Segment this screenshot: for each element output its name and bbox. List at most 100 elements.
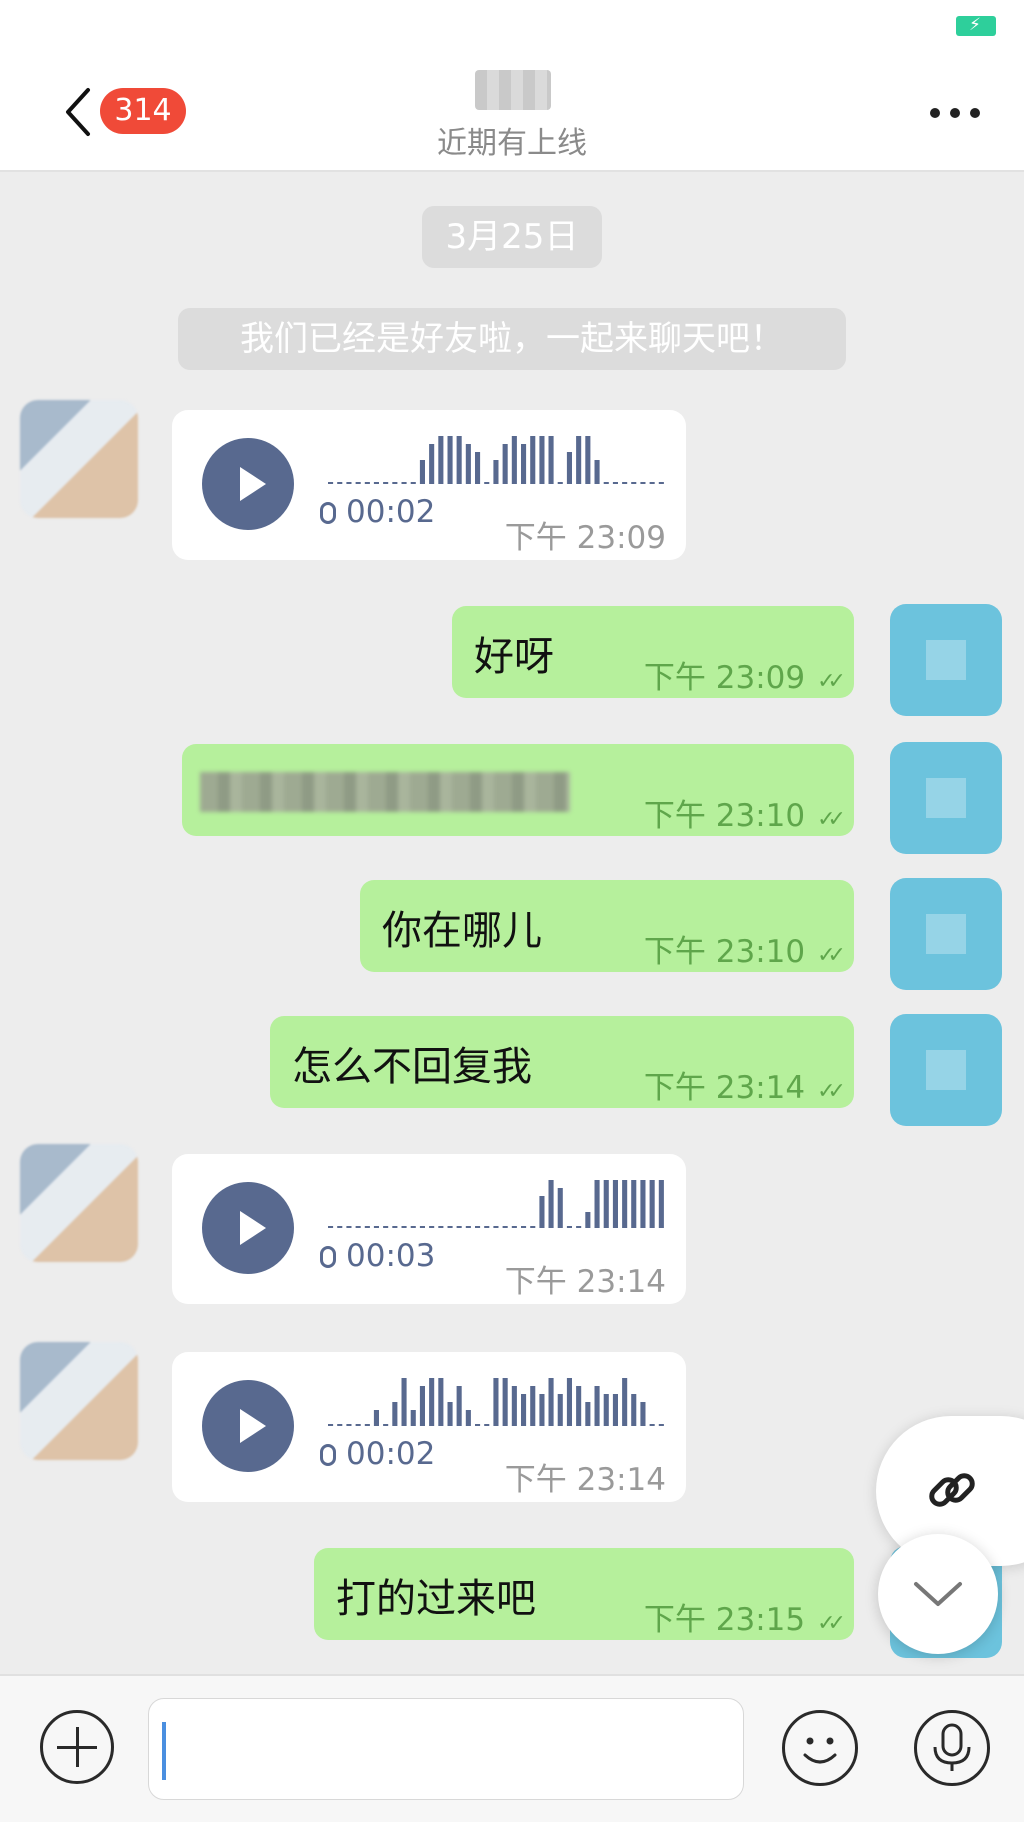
waveform-bar xyxy=(493,1226,499,1228)
microphone-icon[interactable] xyxy=(914,1710,990,1786)
waveform-bar xyxy=(410,482,416,484)
message-time: 下午 23:10 xyxy=(643,798,806,834)
voice-waveform xyxy=(328,1180,664,1228)
voice-duration: 00:03 xyxy=(346,1238,436,1274)
waveform-bar xyxy=(328,1226,334,1228)
waveform-bar xyxy=(364,1424,370,1426)
waveform-bar xyxy=(521,1226,527,1228)
waveform-bar xyxy=(557,1188,563,1228)
chat-message-list[interactable]: 3月25日 我们已经是好友啦，一起来聊天吧！ 00:02 下午 23:09 好呀… xyxy=(0,172,1024,1674)
link-icon xyxy=(929,1473,975,1507)
waveform-bar xyxy=(346,482,352,484)
scroll-to-bottom-button[interactable] xyxy=(878,1534,998,1654)
message-text: 你在哪儿 xyxy=(382,908,542,954)
waveform-bar xyxy=(337,1226,343,1228)
message-text: 好呀 xyxy=(474,634,554,680)
message-time: 下午 23:15 xyxy=(643,1602,806,1638)
waveform-bar xyxy=(658,1180,664,1228)
waveform-bar xyxy=(594,1180,600,1228)
waveform-bar xyxy=(419,1226,425,1228)
waveform-bar xyxy=(548,1378,554,1426)
message-time: 下午 23:09 xyxy=(504,520,666,556)
waveform-bar xyxy=(484,1424,490,1426)
waveform-bar xyxy=(631,482,637,484)
my-avatar[interactable] xyxy=(890,1014,1002,1126)
more-options-button[interactable] xyxy=(930,102,984,122)
contact-avatar[interactable] xyxy=(20,1144,138,1262)
contact-avatar[interactable] xyxy=(20,400,138,518)
contact-name[interactable]: ██ xyxy=(475,70,551,110)
waveform-bar xyxy=(658,1424,664,1426)
my-avatar[interactable] xyxy=(890,878,1002,990)
message-time: 下午 23:14 xyxy=(504,1264,666,1300)
read-checkmarks-icon: ✓✓ xyxy=(817,1079,846,1104)
read-checkmarks-icon: ✓✓ xyxy=(817,807,846,832)
outgoing-message-bubble[interactable]: 你在哪儿 下午 23:10 ✓✓ xyxy=(360,880,854,972)
waveform-bar xyxy=(392,482,398,484)
my-avatar[interactable] xyxy=(890,604,1002,716)
waveform-bar xyxy=(612,1394,618,1426)
waveform-bar xyxy=(502,444,508,484)
waveform-bar xyxy=(649,482,655,484)
waveform-bar xyxy=(456,1386,462,1426)
waveform-bar xyxy=(401,482,407,484)
waveform-bar xyxy=(511,1226,517,1228)
waveform-bar xyxy=(456,436,462,484)
voice-duration: 00:02 xyxy=(346,494,436,530)
waveform-bar xyxy=(373,1410,379,1426)
battery-icon: ⚡ xyxy=(956,15,996,36)
message-time: 下午 23:09 xyxy=(643,660,806,696)
waveform-bar xyxy=(438,1226,444,1228)
waveform-bar xyxy=(337,482,343,484)
waveform-bar xyxy=(631,1180,637,1228)
waveform-bar xyxy=(364,482,370,484)
waveform-bar xyxy=(328,1424,334,1426)
waveform-bar xyxy=(373,1226,379,1228)
waveform-bar xyxy=(585,1402,591,1426)
waveform-bar xyxy=(475,1226,481,1228)
waveform-bar xyxy=(622,482,628,484)
outgoing-message-bubble[interactable]: 下午 23:10 ✓✓ xyxy=(182,744,854,836)
status-bar: ⚡ xyxy=(0,0,1024,56)
voice-waveform xyxy=(328,1378,664,1426)
waveform-bar xyxy=(383,1424,389,1426)
waveform-bar xyxy=(640,482,646,484)
plus-icon[interactable] xyxy=(40,1710,114,1784)
voice-message-bubble[interactable]: 00:02 下午 23:14 xyxy=(172,1352,686,1502)
play-icon[interactable] xyxy=(202,1182,294,1274)
waveform-bar xyxy=(484,1226,490,1228)
voice-message-bubble[interactable]: 00:02 下午 23:09 xyxy=(172,410,686,560)
waveform-bar xyxy=(465,1226,471,1228)
waveform-bar xyxy=(383,482,389,484)
waveform-bar xyxy=(355,1424,361,1426)
my-avatar[interactable] xyxy=(890,742,1002,854)
waveform-bar xyxy=(539,436,545,484)
waveform-bar xyxy=(429,1226,435,1228)
waveform-bar xyxy=(658,482,664,484)
waveform-bar xyxy=(548,1180,554,1228)
waveform-bar xyxy=(566,452,572,484)
waveform-bar xyxy=(475,452,481,484)
message-input[interactable] xyxy=(148,1698,744,1800)
waveform-bar xyxy=(649,1180,655,1228)
waveform-bar xyxy=(502,1378,508,1426)
emoji-icon[interactable] xyxy=(782,1710,858,1786)
chevron-down-icon xyxy=(914,1582,962,1606)
waveform-bar xyxy=(364,1226,370,1228)
voice-message-bubble[interactable]: 00:03 下午 23:14 xyxy=(172,1154,686,1304)
waveform-bar xyxy=(419,460,425,484)
date-separator: 3月25日 xyxy=(422,206,602,268)
waveform-bar xyxy=(576,436,582,484)
message-text: 打的过来吧 xyxy=(336,1576,536,1622)
waveform-bar xyxy=(373,482,379,484)
contact-avatar[interactable] xyxy=(20,1342,138,1460)
waveform-bar xyxy=(447,1402,453,1426)
play-icon[interactable] xyxy=(202,1380,294,1472)
waveform-bar xyxy=(557,482,563,484)
waveform-bar xyxy=(576,1386,582,1426)
outgoing-message-bubble[interactable]: 打的过来吧 下午 23:15 ✓✓ xyxy=(314,1548,854,1640)
outgoing-message-bubble[interactable]: 好呀 下午 23:09 ✓✓ xyxy=(452,606,854,698)
outgoing-message-bubble[interactable]: 怎么不回复我 下午 23:14 ✓✓ xyxy=(270,1016,854,1108)
play-icon[interactable] xyxy=(202,438,294,530)
waveform-bar xyxy=(521,1394,527,1426)
